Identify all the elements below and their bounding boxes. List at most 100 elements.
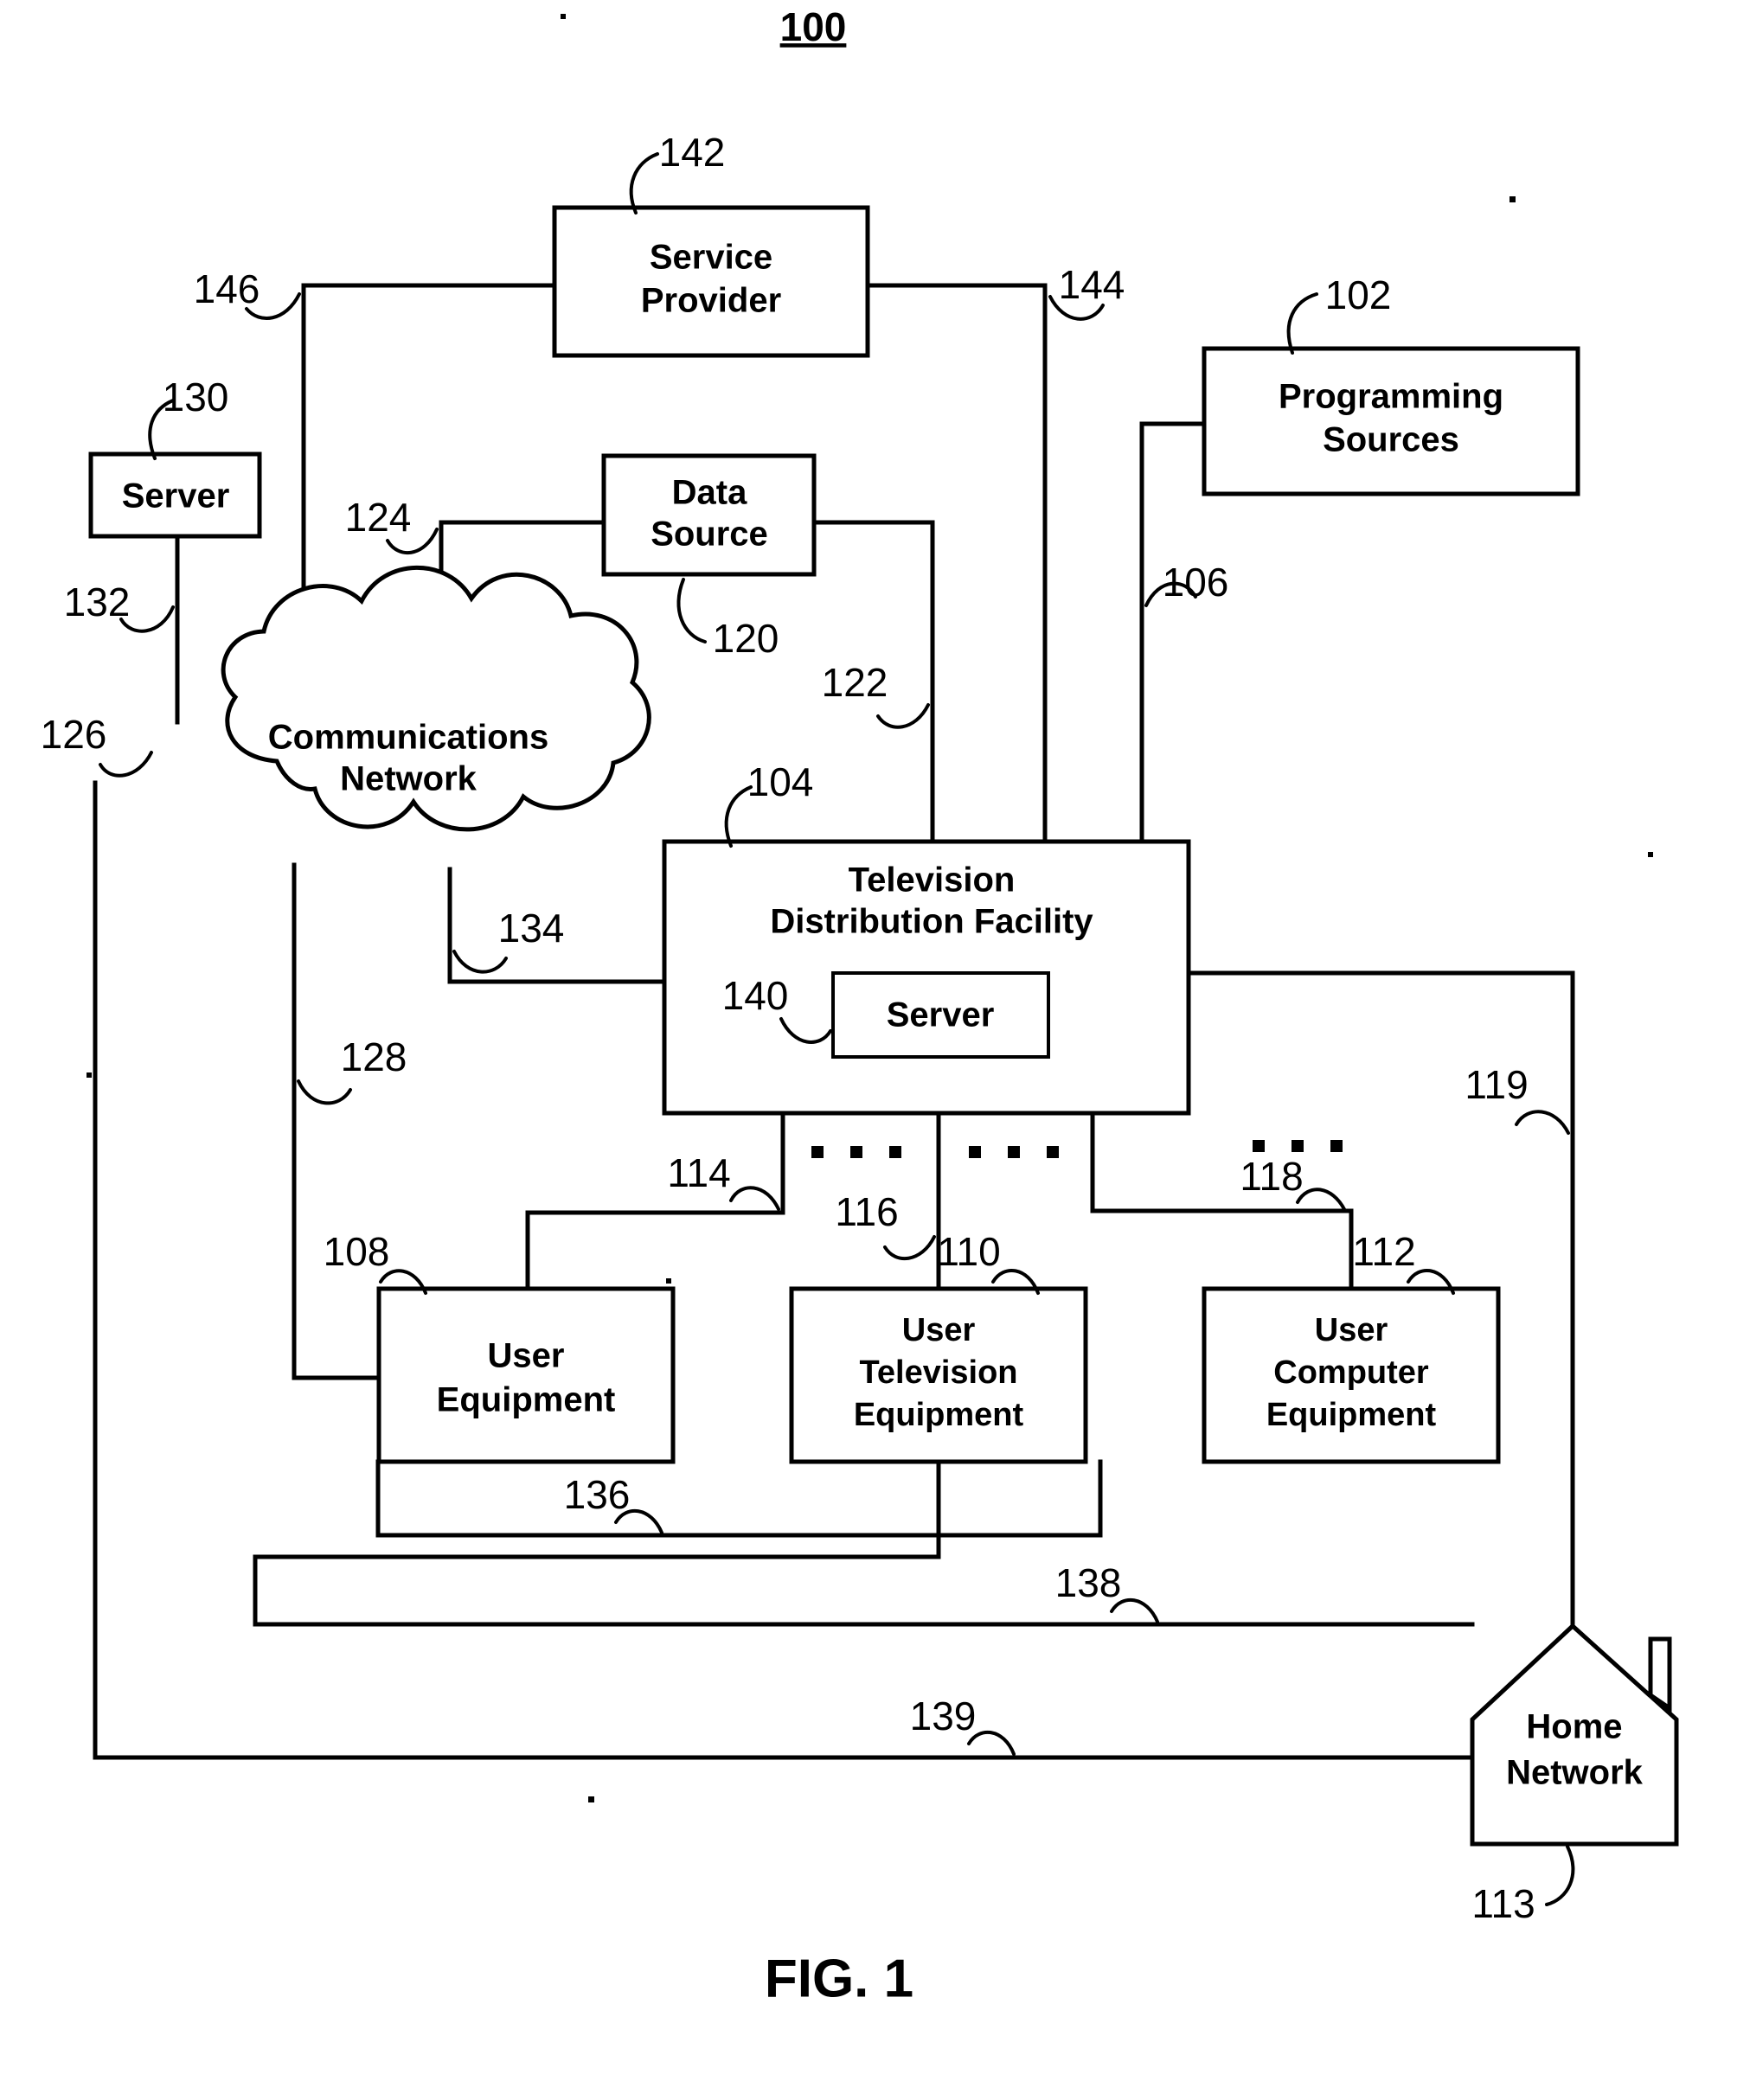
ref-138-group: 138 [1055,1560,1159,1623]
ref-num-112: 112 [1352,1229,1415,1274]
ref-num-132: 132 [64,579,131,624]
ref-114-group: 114 [667,1150,780,1211]
patent-figure-1: 100 Service Provider Programming Sources… [0,0,1737,2100]
ellipsis-group-left [811,1146,901,1158]
communications-network-label-line2: Network [340,760,478,798]
figure-caption: FIG. 1 [765,1949,913,2008]
ref-116-group: 116 [835,1189,936,1261]
connection-106 [1139,421,1207,844]
node-user-television-equipment[interactable]: User Television Equipment [789,1286,1088,1464]
ref-num-119: 119 [1465,1062,1528,1107]
ref-119-group: 119 [1465,1062,1570,1135]
connection-136 [375,1459,1103,1538]
ref-104-group: 104 [724,759,814,848]
tdf-label-line1: Television [849,861,1016,900]
ref-120-group: 120 [676,578,779,661]
ref-num-140: 140 [722,973,789,1018]
user-equipment-label-line1: User [488,1337,565,1375]
communications-network-label-line1: Communications [268,719,548,757]
ellipsis-group-right [1253,1140,1343,1152]
ref-num-118: 118 [1240,1154,1303,1199]
ref-num-124: 124 [345,495,412,540]
ref-144-group: 144 [1048,262,1125,321]
ref-126-group: 126 [41,712,153,778]
ref-num-113: 113 [1471,1881,1535,1926]
user-computer-equipment-label-line1: User [1315,1312,1388,1348]
ref-130-group: 130 [148,375,228,460]
scan-speck [588,1796,594,1802]
service-provider-label-line1: Service [650,239,772,277]
ref-num-139: 139 [910,1693,977,1738]
data-source-label-line2: Source [651,515,768,554]
user-equipment-box[interactable] [376,1286,676,1464]
ellipsis-group-middle [969,1146,1059,1158]
home-network-label-line2: Network [1506,1754,1644,1792]
scan-speck [1648,852,1653,857]
scan-speck [87,1072,92,1078]
programming-sources-label-line1: Programming [1279,378,1503,416]
ref-num-120: 120 [713,616,779,661]
ref-num-116: 116 [835,1189,898,1234]
ref-102-group: 102 [1286,272,1392,355]
user-television-equipment-label-line3: Equipment [854,1397,1024,1433]
user-television-equipment-label-line1: User [902,1312,976,1348]
ref-112-group: 112 [1352,1229,1455,1295]
ref-num-122: 122 [822,660,888,705]
ref-num-142-visible: 142 [659,130,726,175]
diagram-canvas: 100 Service Provider Programming Sources… [41,4,1679,2008]
ref-128-group: 128 [297,1034,407,1105]
tdf-label-line2: Distribution Facility [770,903,1093,941]
node-user-computer-equipment[interactable]: User Computer Equipment [1202,1286,1501,1464]
ref-num-144: 144 [1059,262,1125,307]
ref-108-group: 108 [324,1229,427,1295]
figure-number: 100 [780,4,847,49]
ref-num-102: 102 [1325,272,1392,317]
scan-speck [666,1278,671,1284]
server-tdf-label: Server [887,996,995,1034]
ref-num-114: 114 [667,1150,730,1195]
user-computer-equipment-label-line3: Equipment [1266,1397,1437,1433]
ref-142-group: 146 142 [629,130,726,214]
ref-122-group: 122 [822,660,930,729]
ref-118-group: 118 [1240,1154,1347,1213]
connection-138 [253,1459,1475,1627]
scan-speck [1509,196,1516,202]
ref-num-138: 138 [1055,1560,1122,1605]
programming-sources-label-line2: Sources [1323,421,1459,459]
ref-136-group: 136 [564,1472,663,1534]
ref-139-group: 139 [910,1693,1016,1756]
connection-118 [1090,1111,1354,1291]
connection-144 [865,283,1048,844]
figure-number-group: 100 [780,4,847,49]
node-server-left[interactable]: Server [88,451,262,539]
node-service-provider[interactable]: Service Provider [552,205,870,358]
connection-128 [292,862,381,1380]
home-network-label-line1: Home [1526,1708,1622,1746]
ref-num-146: 146 [194,266,260,311]
user-television-equipment-label-line2: Television [859,1354,1017,1391]
data-source-label-line1: Data [672,474,747,512]
ref-num-106: 106 [1163,560,1229,605]
scan-speck [561,14,566,19]
node-home-network[interactable]: Home Network [1470,1623,1679,1847]
ref-num-134: 134 [498,906,565,951]
ref-num-136: 136 [564,1472,631,1517]
node-communications-network[interactable]: Communications Network [221,565,651,832]
ref-146-group: 146 [194,266,301,320]
node-data-source[interactable]: Data Source [601,453,817,577]
user-computer-equipment-label-line2: Computer [1273,1354,1429,1391]
ref-num-128: 128 [341,1034,407,1079]
user-equipment-label-line2: Equipment [437,1381,616,1419]
ref-134-group: 134 [452,906,565,974]
ref-110-group: 110 [937,1229,1040,1295]
ref-132-group: 132 [64,579,175,633]
ref-106-group: 106 [1144,560,1229,607]
connection-114 [525,1111,785,1291]
server-left-label: Server [122,477,230,515]
node-programming-sources[interactable]: Programming Sources [1202,346,1580,496]
ref-num-104: 104 [747,759,814,804]
ref-124-group: 124 [345,495,439,554]
node-user-equipment[interactable]: User Equipment [376,1286,676,1464]
ref-num-110: 110 [937,1229,1000,1274]
ref-num-126: 126 [41,712,107,757]
